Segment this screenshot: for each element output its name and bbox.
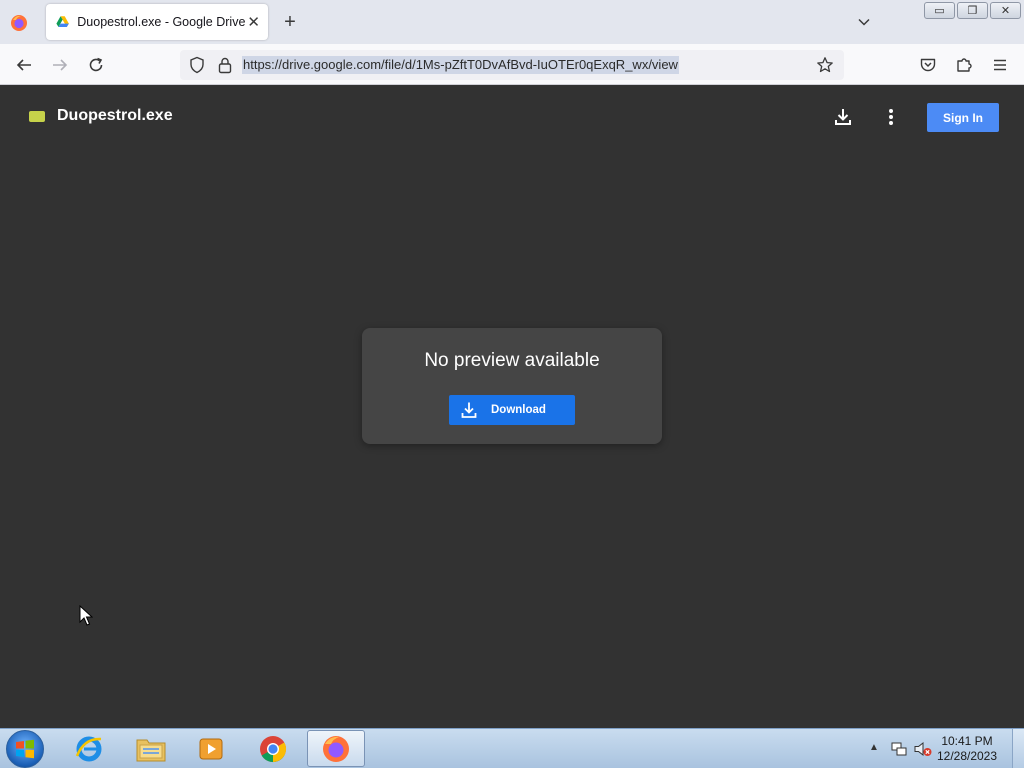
tab-close-icon[interactable]: ✕: [245, 12, 262, 32]
lock-icon[interactable]: [217, 56, 233, 79]
file-name-title: Duopestrol.exe: [57, 107, 173, 124]
new-tab-button[interactable]: +: [279, 11, 301, 33]
mouse-pointer-icon: [79, 604, 94, 632]
show-desktop-button[interactable]: [1012, 729, 1024, 768]
download-icon[interactable]: [831, 105, 855, 129]
window-controls: ▭ ❐ ✕: [924, 2, 1021, 19]
network-icon[interactable]: [890, 740, 908, 758]
clock-date: 12/28/2023: [936, 749, 998, 763]
firefox-view-icon[interactable]: [8, 12, 30, 34]
browser-tab-active[interactable]: Duopestrol.exe - Google Drive ✕: [46, 4, 268, 40]
start-button[interactable]: [6, 730, 44, 768]
windows-taskbar: ▲ 10:41 PM 12/28/2023: [0, 728, 1024, 768]
google-drive-icon: [56, 16, 69, 27]
forward-arrow-icon[interactable]: [48, 53, 72, 77]
back-arrow-icon[interactable]: [12, 53, 36, 77]
chrome-icon[interactable]: [244, 730, 302, 767]
browser-toolbar: https://drive.google.com/file/d/1Ms-pZft…: [0, 44, 1024, 85]
no-preview-message: No preview available: [424, 350, 600, 371]
list-all-tabs-icon[interactable]: [853, 11, 875, 33]
download-button[interactable]: Download: [449, 395, 575, 425]
url-text[interactable]: https://drive.google.com/file/d/1Ms-pZft…: [242, 56, 679, 74]
pocket-icon[interactable]: [916, 53, 940, 77]
browser-tab-strip: Duopestrol.exe - Google Drive ✕ + ▭ ❐ ✕: [0, 0, 1024, 44]
tab-title: Duopestrol.exe - Google Drive: [77, 15, 246, 29]
taskbar-clock[interactable]: 10:41 PM 12/28/2023: [932, 734, 1002, 764]
bookmark-star-icon[interactable]: [816, 56, 834, 79]
volume-muted-icon[interactable]: [914, 740, 932, 758]
download-button-label: Download: [491, 404, 546, 416]
no-preview-card: No preview available Download: [362, 328, 662, 444]
sign-in-button[interactable]: Sign In: [927, 103, 999, 132]
clock-time: 10:41 PM: [941, 734, 993, 748]
show-hidden-icons-arrow[interactable]: ▲: [869, 742, 879, 753]
executable-file-icon: [29, 111, 45, 122]
minimize-button[interactable]: ▭: [924, 2, 955, 19]
firefox-icon[interactable]: [307, 730, 365, 767]
tracking-protection-shield-icon[interactable]: [188, 56, 206, 79]
internet-explorer-icon[interactable]: [60, 730, 118, 767]
reload-icon[interactable]: [84, 53, 108, 77]
more-options-icon[interactable]: [879, 105, 903, 129]
hamburger-menu-icon[interactable]: [988, 53, 1012, 77]
close-window-button[interactable]: ✕: [990, 2, 1021, 19]
file-explorer-icon[interactable]: [122, 730, 180, 767]
address-bar[interactable]: https://drive.google.com/file/d/1Ms-pZft…: [180, 50, 844, 80]
drive-file-viewer: Duopestrol.exe Sign In No preview availa…: [0, 85, 1024, 728]
media-player-icon[interactable]: [182, 730, 240, 767]
restore-button[interactable]: ❐: [957, 2, 988, 19]
download-icon: [460, 401, 478, 419]
extensions-puzzle-icon[interactable]: [952, 53, 976, 77]
